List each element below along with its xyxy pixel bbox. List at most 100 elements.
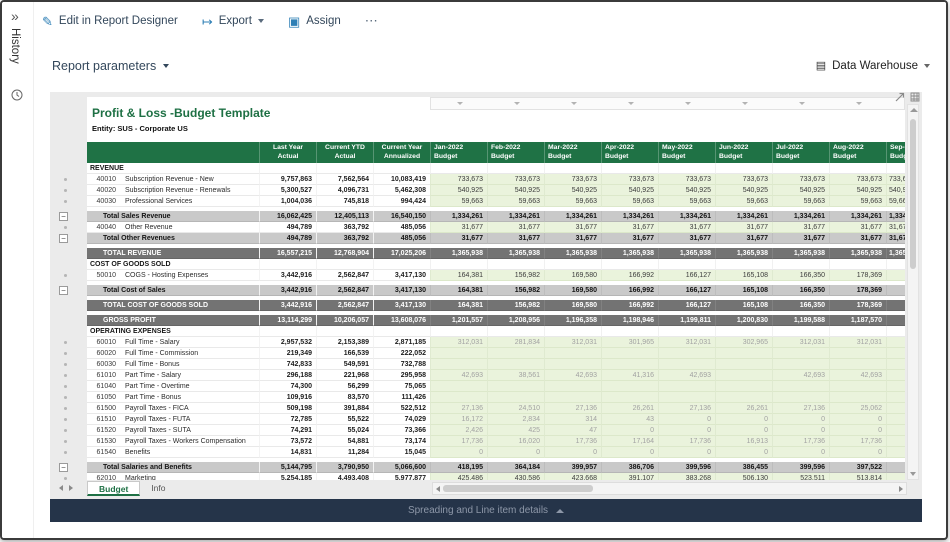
- budget-cell[interactable]: 312,031: [544, 337, 601, 348]
- budget-cell[interactable]: 506,130: [715, 473, 772, 480]
- budget-cell[interactable]: [886, 473, 905, 480]
- budget-cell[interactable]: [658, 381, 715, 392]
- budget-cell[interactable]: 59,663: [544, 196, 601, 207]
- budget-cell[interactable]: 301,965: [601, 337, 658, 348]
- budget-cell[interactable]: [658, 348, 715, 359]
- budget-cell[interactable]: 0: [772, 447, 829, 458]
- budget-cell[interactable]: 733,673: [886, 174, 905, 185]
- budget-cell[interactable]: 27,136: [430, 403, 487, 414]
- vertical-scrollbar-thumb[interactable]: [910, 119, 916, 269]
- budget-cell[interactable]: 26,261: [715, 403, 772, 414]
- budget-cell[interactable]: 59,663: [772, 196, 829, 207]
- collapse-outline-button[interactable]: −: [59, 286, 68, 295]
- budget-cell[interactable]: [886, 436, 905, 447]
- budget-cell[interactable]: 17,736: [544, 436, 601, 447]
- budget-cell[interactable]: 314: [544, 414, 601, 425]
- budget-cell[interactable]: [601, 348, 658, 359]
- budget-cell[interactable]: 523,511: [772, 473, 829, 480]
- budget-cell[interactable]: 0: [829, 414, 886, 425]
- budget-cell[interactable]: 43: [601, 414, 658, 425]
- budget-cell[interactable]: 166,992: [601, 270, 658, 281]
- budget-cell[interactable]: [829, 348, 886, 359]
- budget-cell[interactable]: 31,677: [829, 222, 886, 233]
- budget-cell[interactable]: 0: [430, 447, 487, 458]
- budget-cell[interactable]: 0: [772, 425, 829, 436]
- tab-budget[interactable]: Budget: [87, 481, 140, 496]
- grid-view-icon[interactable]: [910, 92, 920, 102]
- budget-cell[interactable]: 59,663: [601, 196, 658, 207]
- budget-cell[interactable]: 0: [715, 425, 772, 436]
- budget-cell[interactable]: [487, 348, 544, 359]
- budget-cell[interactable]: 17,736: [430, 436, 487, 447]
- budget-cell[interactable]: 24,510: [487, 403, 544, 414]
- budget-cell[interactable]: 312,031: [658, 337, 715, 348]
- column-filter-dropdown[interactable]: [659, 98, 716, 109]
- budget-cell[interactable]: 0: [601, 425, 658, 436]
- budget-cell[interactable]: 178,369: [829, 270, 886, 281]
- budget-cell[interactable]: 540,925: [772, 185, 829, 196]
- vertical-scrollbar[interactable]: [907, 104, 919, 480]
- column-filter-dropdown[interactable]: [545, 98, 602, 109]
- budget-cell[interactable]: [658, 359, 715, 370]
- budget-cell[interactable]: 31,677: [715, 222, 772, 233]
- budget-cell[interactable]: 2,834: [487, 414, 544, 425]
- budget-cell[interactable]: 26,261: [601, 403, 658, 414]
- collapse-outline-button[interactable]: −: [59, 234, 68, 243]
- budget-cell[interactable]: 16,172: [430, 414, 487, 425]
- history-tab[interactable]: History: [9, 28, 21, 64]
- budget-cell[interactable]: 540,925: [886, 185, 905, 196]
- collapse-outline-button[interactable]: −: [59, 212, 68, 221]
- budget-cell[interactable]: [886, 425, 905, 436]
- budget-cell[interactable]: [886, 348, 905, 359]
- budget-cell[interactable]: 0: [544, 447, 601, 458]
- budget-cell[interactable]: [886, 447, 905, 458]
- budget-cell[interactable]: 164,381: [430, 270, 487, 281]
- budget-cell[interactable]: 16,913: [715, 436, 772, 447]
- budget-cell[interactable]: [487, 359, 544, 370]
- budget-cell[interactable]: [886, 359, 905, 370]
- budget-cell[interactable]: 733,673: [487, 174, 544, 185]
- column-filter-dropdown[interactable]: [773, 98, 830, 109]
- budget-cell[interactable]: 156,982: [487, 270, 544, 281]
- column-filter-dropdown[interactable]: [431, 98, 488, 109]
- budget-cell[interactable]: 31,677: [886, 222, 905, 233]
- budget-cell[interactable]: [829, 392, 886, 403]
- budget-cell[interactable]: 0: [658, 447, 715, 458]
- budget-cell[interactable]: 430,586: [487, 473, 544, 480]
- budget-cell[interactable]: 31,677: [772, 222, 829, 233]
- spreading-panel-toggle[interactable]: Spreading and Line item details: [50, 499, 922, 522]
- budget-cell[interactable]: [430, 359, 487, 370]
- scroll-down-icon[interactable]: [910, 472, 916, 476]
- budget-cell[interactable]: 17,736: [658, 436, 715, 447]
- budget-cell[interactable]: [772, 381, 829, 392]
- budget-cell[interactable]: 17,736: [772, 436, 829, 447]
- budget-cell[interactable]: [487, 392, 544, 403]
- edit-report-designer-button[interactable]: ✎ Edit in Report Designer: [42, 15, 178, 28]
- budget-cell[interactable]: 27,136: [658, 403, 715, 414]
- budget-cell[interactable]: [430, 348, 487, 359]
- column-filter-dropdown[interactable]: [830, 98, 887, 109]
- budget-cell[interactable]: 2,426: [430, 425, 487, 436]
- column-filter-dropdown[interactable]: [488, 98, 545, 109]
- budget-cell[interactable]: 59,663: [829, 196, 886, 207]
- budget-cell[interactable]: 27,136: [772, 403, 829, 414]
- budget-cell[interactable]: [886, 270, 905, 281]
- budget-cell[interactable]: 59,663: [715, 196, 772, 207]
- budget-cell[interactable]: 42,693: [772, 370, 829, 381]
- budget-cell[interactable]: 733,673: [772, 174, 829, 185]
- budget-cell[interactable]: [715, 348, 772, 359]
- budget-cell[interactable]: 59,663: [430, 196, 487, 207]
- budget-cell[interactable]: 540,925: [829, 185, 886, 196]
- budget-cell[interactable]: 540,925: [658, 185, 715, 196]
- budget-cell[interactable]: [601, 359, 658, 370]
- budget-cell[interactable]: 733,673: [715, 174, 772, 185]
- budget-cell[interactable]: 17,164: [601, 436, 658, 447]
- budget-cell[interactable]: 16,020: [487, 436, 544, 447]
- budget-cell[interactable]: [886, 392, 905, 403]
- budget-cell[interactable]: [886, 370, 905, 381]
- budget-cell[interactable]: 391,107: [601, 473, 658, 480]
- budget-cell[interactable]: 513,814: [829, 473, 886, 480]
- budget-cell[interactable]: 733,673: [601, 174, 658, 185]
- budget-cell[interactable]: [430, 381, 487, 392]
- budget-cell[interactable]: 31,677: [601, 222, 658, 233]
